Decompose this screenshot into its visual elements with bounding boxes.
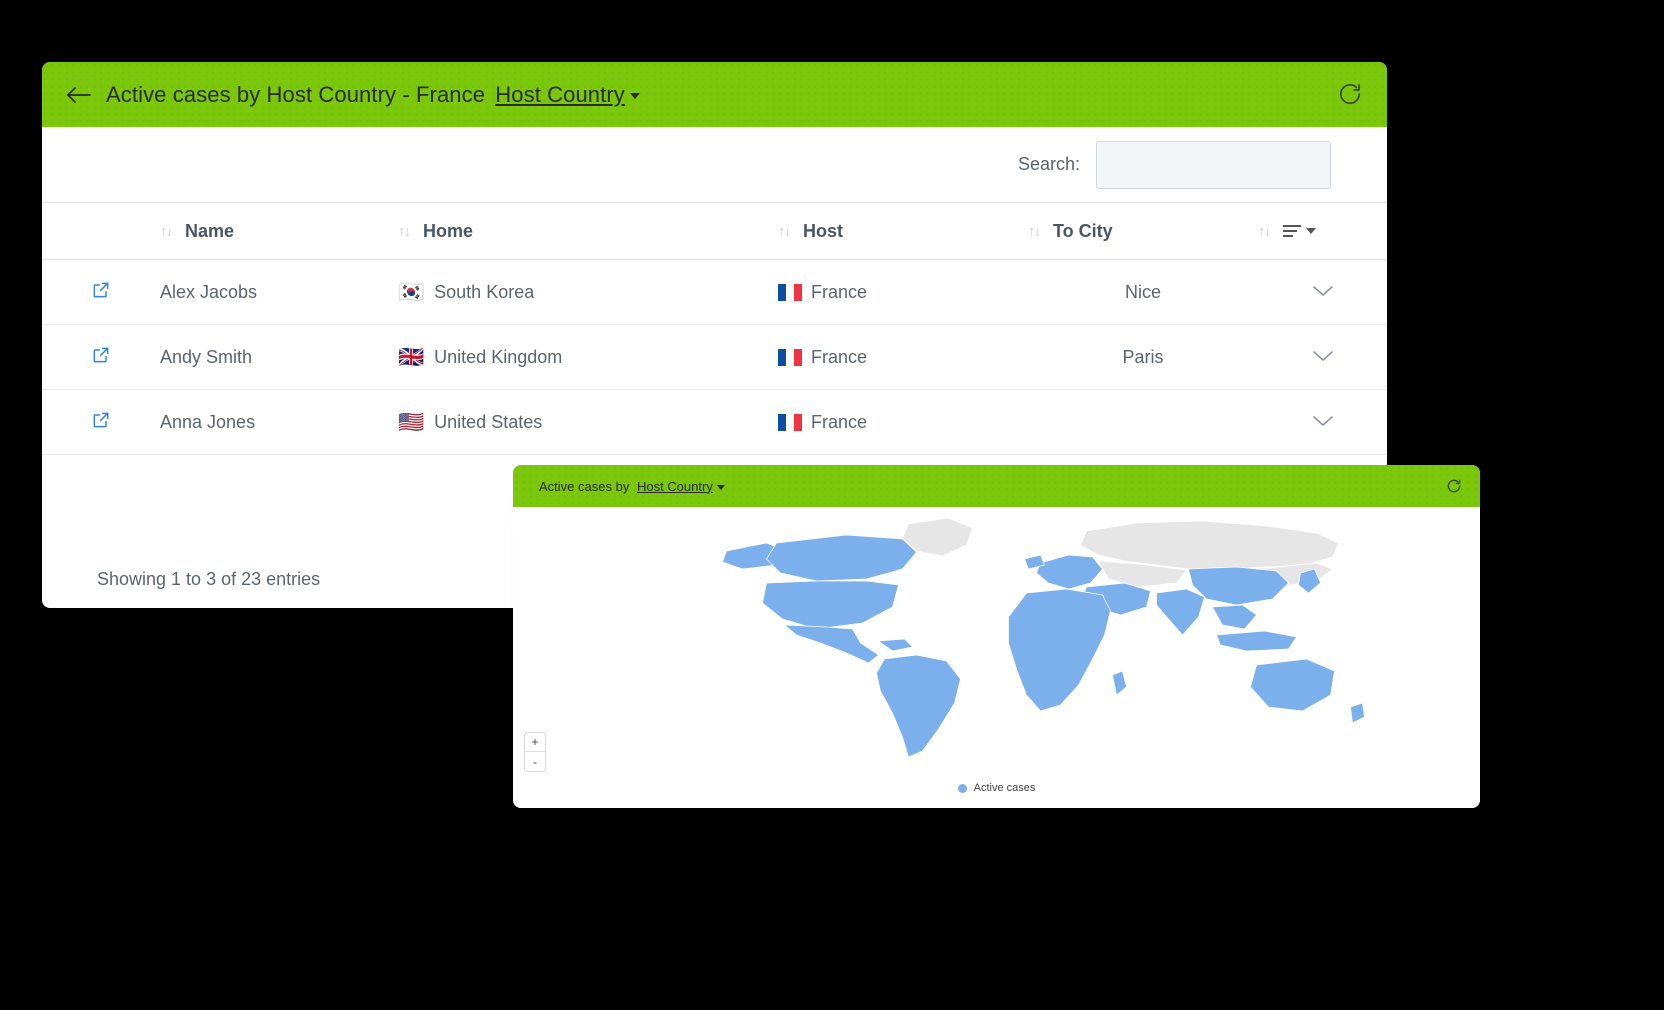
cell-home: 🇬🇧 United Kingdom: [398, 324, 778, 390]
map-panel-header: Active cases by Host Country: [513, 465, 1480, 507]
row-expand-cell: [1258, 259, 1387, 325]
chevron-down-icon[interactable]: [1312, 346, 1334, 368]
map-panel-title: Active cases by Host Country: [539, 479, 725, 494]
flag-icon-france: [778, 413, 802, 431]
zoom-in-button[interactable]: +: [525, 733, 545, 752]
sort-icon[interactable]: ↑↓: [398, 223, 411, 240]
cell-name: Anna Jones: [160, 389, 398, 455]
search-label: Search:: [1017, 154, 1080, 174]
col-header-name[interactable]: ↑↓ Name: [160, 202, 398, 260]
world-map[interactable]: [513, 507, 1480, 762]
col-header-to-city[interactable]: ↑↓ To City: [1028, 202, 1258, 260]
col-header-host-label: Host: [803, 220, 843, 241]
host-country-dropdown-link[interactable]: Host Country: [495, 82, 625, 107]
cell-host-label: France: [811, 411, 868, 432]
cell-host: France: [778, 324, 1028, 390]
map-panel-title-text: Active cases by: [539, 478, 630, 494]
external-link-icon[interactable]: [91, 410, 111, 435]
flag-icon-united-kingdom: 🇬🇧: [398, 345, 425, 369]
external-link-icon[interactable]: [91, 280, 111, 305]
table-header: ↑↓ Name ↑↓ Home ↑↓ Host ↑↓ To City ↑↓: [42, 202, 1387, 260]
cell-host: France: [778, 389, 1028, 455]
table-info-footer: Showing 1 to 3 of 23 entries: [97, 569, 321, 589]
refresh-icon[interactable]: [1337, 81, 1365, 109]
row-open-cell: [42, 389, 160, 455]
cell-name: Alex Jacobs: [160, 259, 398, 325]
cell-host-label: France: [811, 281, 868, 302]
table-search-area: Search:: [42, 127, 1387, 202]
external-link-icon[interactable]: [91, 345, 111, 370]
search-input[interactable]: [1096, 140, 1331, 189]
sort-icon[interactable]: ↑↓: [778, 223, 791, 240]
active-cases-map-panel: Active cases by Host Country + - Active …: [513, 465, 1480, 808]
row-open-cell: [42, 259, 160, 325]
flag-icon-united-states: 🇺🇸: [398, 410, 425, 434]
chevron-down-icon[interactable]: [1312, 411, 1334, 433]
table-row[interactable]: Alex Jacobs 🇰🇷 South Korea France Nice: [42, 259, 1387, 325]
page-title: Active cases by Host Country - France Ho…: [106, 82, 640, 108]
row-expand-cell: [1258, 324, 1387, 390]
cell-host: France: [778, 259, 1028, 325]
row-open-cell: [42, 324, 160, 390]
cases-table: ↑↓ Name ↑↓ Home ↑↓ Host ↑↓ To City ↑↓ Al…: [42, 202, 1387, 455]
map-body: + - Active cases: [513, 507, 1480, 808]
cell-home-label: United Kingdom: [434, 346, 563, 367]
col-header-name-label: Name: [185, 220, 235, 241]
column-options-icon[interactable]: [1283, 222, 1301, 240]
panel-header: Active cases by Host Country - France Ho…: [42, 62, 1387, 127]
legend-label: Active cases: [973, 782, 1036, 794]
sort-icon[interactable]: ↑↓: [1028, 223, 1041, 240]
cell-home: 🇺🇸 United States: [398, 389, 778, 455]
legend-color-swatch: [957, 783, 967, 793]
sort-icon[interactable]: ↑↓: [1258, 223, 1271, 240]
cell-to-city: Nice: [1028, 259, 1258, 325]
table-row[interactable]: Andy Smith 🇬🇧 United Kingdom France Pari…: [42, 324, 1387, 390]
flag-icon-south-korea: 🇰🇷: [398, 280, 425, 304]
table-header-row: ↑↓ Name ↑↓ Home ↑↓ Host ↑↓ To City ↑↓: [42, 202, 1387, 260]
arrow-left-icon[interactable]: [64, 80, 94, 110]
screen: Active cases by Host Country - France Ho…: [0, 0, 1664, 1010]
row-expand-cell: [1258, 389, 1387, 455]
map-host-country-dropdown-link[interactable]: Host Country: [637, 479, 713, 494]
map-zoom-controls[interactable]: + -: [525, 733, 545, 771]
cell-to-city: [1028, 389, 1258, 455]
page-title-text: Active cases by Host Country - France: [106, 81, 486, 107]
flag-icon-france: [778, 348, 802, 366]
chevron-down-icon[interactable]: [1306, 228, 1316, 234]
cell-host-label: France: [811, 346, 868, 367]
col-header-home[interactable]: ↑↓ Home: [398, 202, 778, 260]
col-header-home-label: Home: [423, 220, 474, 241]
table-body: Alex Jacobs 🇰🇷 South Korea France Nice A…: [42, 259, 1387, 455]
col-header-to-city-label: To City: [1053, 220, 1113, 241]
table-row[interactable]: Anna Jones 🇺🇸 United States France: [42, 389, 1387, 455]
col-header-host[interactable]: ↑↓ Host: [778, 202, 1028, 260]
cell-name: Andy Smith: [160, 324, 398, 390]
col-header-icon: [42, 202, 160, 260]
chevron-down-icon[interactable]: [1312, 281, 1334, 303]
sort-icon[interactable]: ↑↓: [160, 223, 173, 240]
cell-home-label: United States: [434, 411, 543, 432]
cell-home-label: South Korea: [434, 281, 535, 302]
map-legend: Active cases: [513, 782, 1480, 794]
chevron-down-icon[interactable]: [716, 484, 725, 490]
cell-to-city: Paris: [1028, 324, 1258, 390]
refresh-icon[interactable]: [1446, 478, 1462, 494]
chevron-down-icon[interactable]: [629, 92, 640, 99]
flag-icon-france: [778, 283, 802, 301]
cell-home: 🇰🇷 South Korea: [398, 259, 778, 325]
zoom-out-button[interactable]: -: [525, 752, 545, 771]
col-header-tools: ↑↓: [1258, 202, 1387, 260]
